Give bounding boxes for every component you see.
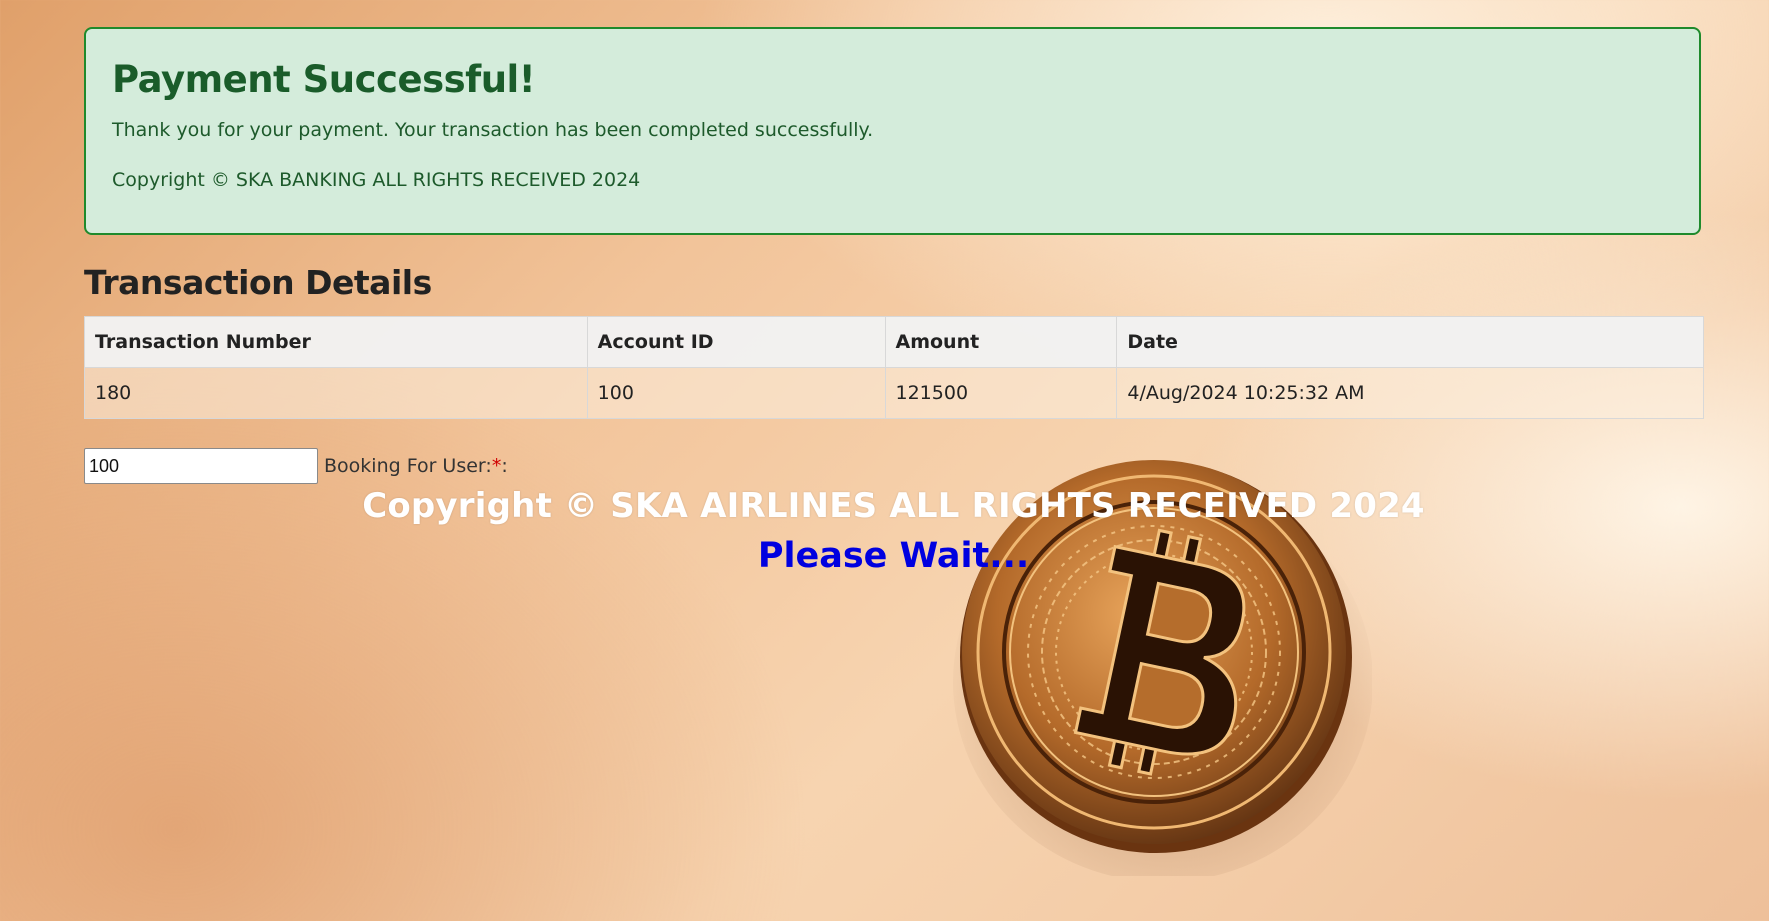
column-header-account-id: Account ID <box>586 316 886 368</box>
cell-amount: 121500 <box>884 367 1118 419</box>
required-marker: * <box>491 455 502 477</box>
table-header-row: Transaction Number Account ID Amount Dat… <box>84 316 1704 368</box>
alert-copyright: Copyright © SKA BANKING ALL RIGHTS RECEI… <box>112 169 641 191</box>
booking-row: Booking For User:*: <box>84 448 508 484</box>
column-header-date: Date <box>1116 316 1704 368</box>
payment-success-alert: Payment Successful! Thank you for your p… <box>84 27 1701 235</box>
table-row: 180 100 121500 4/Aug/2024 10:25:32 AM <box>84 367 1704 419</box>
booking-label-suffix: : <box>501 455 508 477</box>
transaction-table: Transaction Number Account ID Amount Dat… <box>84 316 1704 419</box>
please-wait-text: Please Wait... <box>757 536 1030 576</box>
booking-user-input[interactable] <box>84 448 318 484</box>
column-header-transaction-number: Transaction Number <box>84 316 588 368</box>
booking-label-text: Booking For User: <box>324 455 492 477</box>
cell-account-id: 100 <box>586 367 886 419</box>
footer-copyright: Copyright © SKA AIRLINES ALL RIGHTS RECE… <box>362 486 1425 526</box>
transaction-details-title: Transaction Details <box>84 263 432 302</box>
cell-date: 4/Aug/2024 10:25:32 AM <box>1116 367 1704 419</box>
alert-message: Thank you for your payment. Your transac… <box>112 119 874 141</box>
alert-title: Payment Successful! <box>112 58 536 101</box>
cell-transaction-number: 180 <box>84 367 588 419</box>
booking-label: Booking For User:*: <box>324 455 508 477</box>
column-header-amount: Amount <box>884 316 1118 368</box>
